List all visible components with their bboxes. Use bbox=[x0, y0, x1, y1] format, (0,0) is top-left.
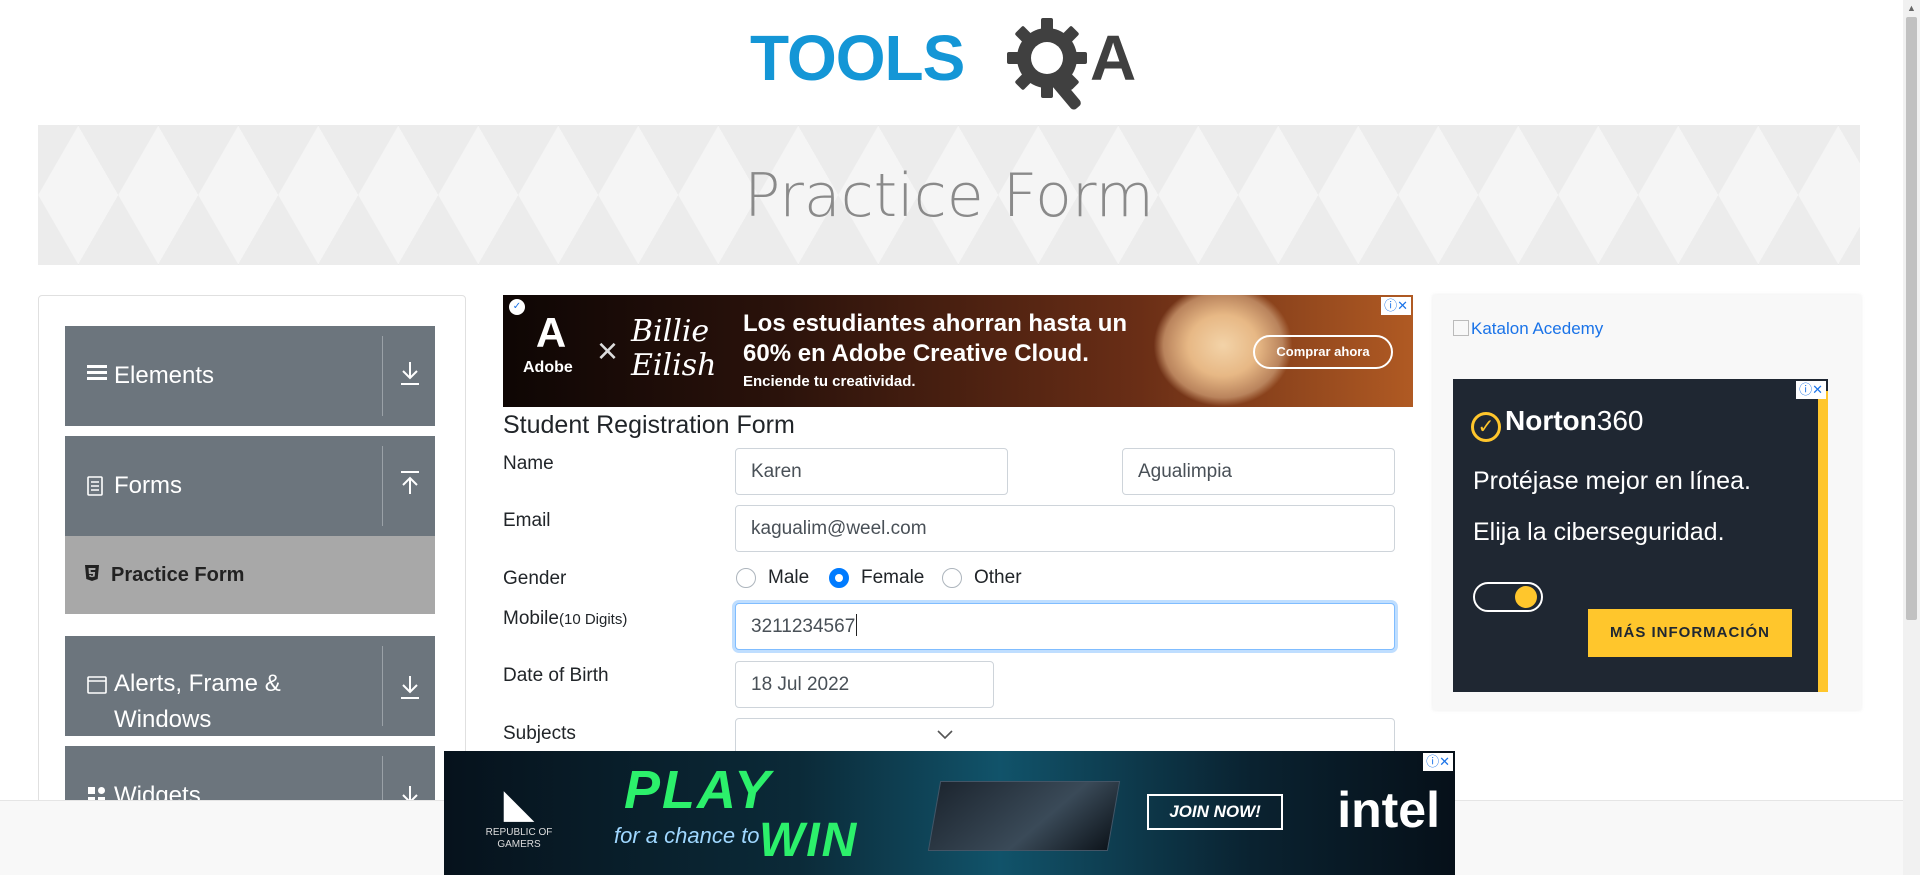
page-title: Practice Form bbox=[744, 161, 1154, 231]
mobile-hint: (10 Digits) bbox=[558, 611, 628, 628]
upload-arrow-icon[interactable] bbox=[395, 470, 425, 502]
first-name-input[interactable]: Karen bbox=[735, 448, 1008, 495]
intel-rog-ad[interactable]: ◣ REPUBLIC OF GAMERS PLAY for a chance t… bbox=[444, 751, 1455, 875]
date-of-birth-input[interactable]: 18 Jul 2022 bbox=[735, 661, 994, 708]
dob-label: Date of Birth bbox=[503, 665, 609, 686]
sidebar-group-alerts[interactable]: Alerts, Frame & Windows bbox=[65, 636, 435, 736]
scroll-up-arrow-icon[interactable]: ▲ bbox=[1903, 0, 1920, 17]
checkmark-icon: ✓ bbox=[1471, 412, 1501, 442]
chevron-down-icon[interactable] bbox=[935, 728, 955, 746]
rog-logo: ◣ REPUBLIC OF GAMERS bbox=[474, 781, 564, 851]
page-banner: Practice Form bbox=[38, 125, 1860, 265]
norton-brand-text: Norton bbox=[1505, 405, 1597, 436]
left-panel: Elements Forms Practice Form Alerts, Fra… bbox=[38, 295, 466, 855]
mobile-label: Mobile(10 Digits) bbox=[503, 608, 627, 630]
radio-label: Other bbox=[974, 567, 1022, 588]
ad-close-controls[interactable]: ⓘ✕ bbox=[1796, 381, 1826, 399]
norton-line-1: Protéjase mejor en línea. bbox=[1473, 467, 1751, 495]
rog-eye-icon: ◣ bbox=[503, 782, 535, 826]
rog-text: REPUBLIC OF GAMERS bbox=[485, 827, 553, 850]
mobile-value: 3211234567 bbox=[751, 616, 856, 637]
laptop-image bbox=[927, 781, 1121, 851]
adobe-ad-banner[interactable]: ✓ A Adobe × Billie Eilish Los estudiante… bbox=[503, 295, 1413, 407]
scrollbar-thumb[interactable] bbox=[1906, 17, 1917, 620]
sidebar-group-label: Alerts, Frame & Windows bbox=[114, 670, 281, 733]
radio-circle[interactable] bbox=[736, 568, 756, 588]
sidebar-group-forms[interactable]: Forms bbox=[65, 436, 435, 536]
sidebar-item-practice-form[interactable]: Practice Form bbox=[65, 536, 435, 614]
mobile-label-text: Mobile bbox=[503, 608, 559, 629]
toolsqa-logo[interactable]: TOOLS A bbox=[750, 18, 1160, 114]
right-ad-column: Katalon Acedemy ✓ Norton360 Protéjase mej… bbox=[1433, 295, 1861, 710]
katalon-academy-link[interactable]: Katalon Acedemy bbox=[1453, 319, 1603, 339]
gender-label: Gender bbox=[503, 568, 567, 589]
logo-text-a: A bbox=[1090, 22, 1136, 94]
ad-chance-text: for a chance to bbox=[614, 823, 760, 848]
radio-circle[interactable] bbox=[942, 568, 962, 588]
html5-icon bbox=[85, 564, 107, 586]
email-label: Email bbox=[503, 510, 551, 531]
mobile-input[interactable]: 3211234567 bbox=[735, 603, 1395, 650]
radio-label: Male bbox=[768, 567, 810, 588]
broken-image-icon bbox=[1453, 320, 1469, 336]
join-now-button[interactable]: JOIN NOW! bbox=[1147, 794, 1283, 830]
adobe-brand-text: Adobe bbox=[523, 359, 573, 376]
download-arrow-icon[interactable] bbox=[395, 674, 425, 706]
download-arrow-icon[interactable] bbox=[395, 360, 425, 392]
norton-line-2: Elija la ciberseguridad. bbox=[1473, 518, 1725, 546]
toggle-knob bbox=[1515, 586, 1537, 608]
gender-radio-female[interactable]: Female bbox=[829, 567, 924, 589]
document-icon bbox=[87, 476, 103, 502]
radio-circle-checked[interactable] bbox=[829, 568, 849, 588]
ad-play-text: PLAY bbox=[624, 760, 773, 820]
divider bbox=[382, 646, 383, 726]
divider bbox=[382, 446, 383, 526]
ad-headline: Los estudiantes ahorran hasta un 60% en … bbox=[743, 310, 1128, 367]
norton-brand-number: 360 bbox=[1596, 405, 1644, 436]
ad-accent-stripe bbox=[1818, 391, 1828, 692]
page-scrollbar[interactable]: ▲ bbox=[1903, 0, 1920, 875]
katalon-link-text: Katalon Acedemy bbox=[1471, 319, 1604, 338]
norton-logo: ✓ Norton360 bbox=[1471, 405, 1643, 442]
gender-radio-other[interactable]: Other bbox=[942, 567, 1022, 589]
form-title: Student Registration Form bbox=[503, 411, 795, 439]
intel-logo: intel bbox=[1337, 782, 1440, 838]
ad-win-text: WIN bbox=[759, 814, 859, 867]
norton-ad[interactable]: ✓ Norton360 Protéjase mejor en línea. Eli… bbox=[1453, 379, 1828, 692]
last-name-input[interactable]: Agualimpia bbox=[1122, 448, 1395, 495]
sidebar-group-label: Forms bbox=[114, 472, 182, 499]
ad-partner-name: Billie Eilish bbox=[631, 314, 717, 383]
text-caret bbox=[856, 614, 858, 636]
window-icon bbox=[87, 676, 107, 700]
ad-subline: Enciende tu creatividad. bbox=[743, 373, 916, 390]
sidebar-group-label: Elements bbox=[114, 362, 215, 389]
name-label: Name bbox=[503, 453, 554, 474]
hamburger-icon bbox=[87, 362, 107, 388]
logo-text-tools: TOOLS bbox=[750, 22, 964, 94]
subjects-label: Subjects bbox=[503, 723, 576, 744]
adobe-logo: A Adobe bbox=[523, 307, 579, 395]
ad-x-mark: × bbox=[597, 330, 619, 371]
sidebar-item-label: Practice Form bbox=[111, 563, 245, 586]
ad-cta-button[interactable]: Comprar ahora bbox=[1253, 335, 1393, 369]
ad-close-controls[interactable]: ⓘ✕ bbox=[1423, 753, 1453, 771]
radio-label: Female bbox=[861, 567, 925, 588]
sidebar-group-elements[interactable]: Elements bbox=[65, 326, 435, 426]
norton-cta-button[interactable]: MÁS INFORMACIÓN bbox=[1588, 609, 1792, 657]
toggle-switch-graphic bbox=[1473, 582, 1543, 612]
email-input[interactable]: kagualim@weel.com bbox=[735, 505, 1395, 552]
adobe-a-icon: A bbox=[535, 309, 567, 356]
ad-close-controls[interactable]: ⓘ✕ bbox=[1381, 297, 1411, 315]
divider bbox=[382, 336, 383, 416]
gender-radio-male[interactable]: Male bbox=[736, 567, 809, 589]
